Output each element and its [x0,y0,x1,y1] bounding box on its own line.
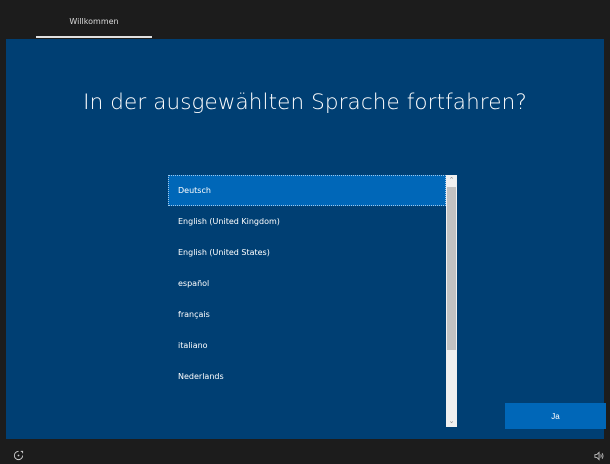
scroll-down-icon[interactable]: ⌄ [446,416,457,427]
oobe-screen: Willkommen In der ausgewählten Sprache f… [0,0,610,464]
tab-active-underline [36,36,152,38]
language-item-deutsch[interactable]: Deutsch [168,175,446,206]
language-item-italiano[interactable]: italiano [168,330,446,361]
scroll-up-icon[interactable]: ⌃ [446,175,457,186]
tab-willkommen: Willkommen [69,17,119,26]
language-item-espanol[interactable]: español [168,268,446,299]
ease-of-access-icon[interactable] [13,450,24,461]
top-bar: Willkommen [0,0,610,38]
language-item-english-us[interactable]: English (United States) [168,237,446,268]
bottom-bar [0,439,610,464]
volume-icon[interactable] [594,451,605,461]
language-list[interactable]: Deutsch English (United Kingdom) English… [168,175,458,427]
language-item-francais[interactable]: français [168,299,446,330]
list-scrollbar[interactable]: ⌃ ⌄ [446,175,457,427]
language-item-english-uk[interactable]: English (United Kingdom) [168,206,446,237]
language-item-nederlands[interactable]: Nederlands [168,361,446,392]
confirm-button[interactable]: Ja [505,403,606,429]
language-panel: In der ausgewählten Sprache fortfahren? … [6,39,606,439]
page-title: In der ausgewählten Sprache fortfahren? [83,90,527,115]
scroll-thumb[interactable] [447,187,456,350]
